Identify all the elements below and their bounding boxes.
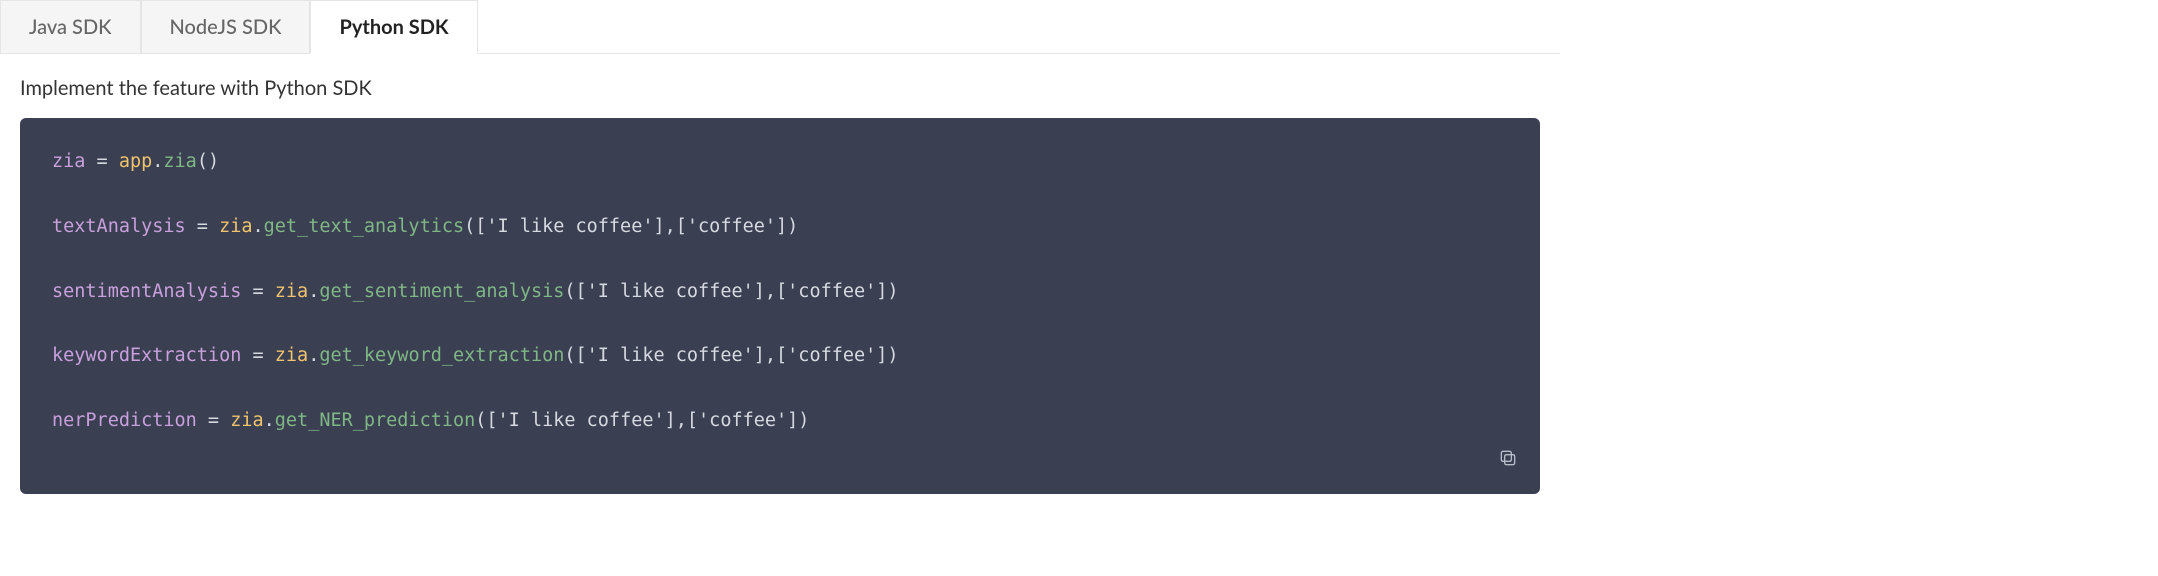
code-content: zia = app.zia() textAnalysis = zia.get_t… [52,146,1508,470]
copy-button[interactable] [1494,450,1522,478]
code-block: zia = app.zia() textAnalysis = zia.get_t… [20,118,1540,494]
code-line: keywordExtraction = zia.get_keyword_extr… [52,340,1508,372]
sdk-tabs: Java SDK NodeJS SDK Python SDK [0,0,1560,54]
code-line: zia = app.zia() [52,146,1508,178]
code-line: sentimentAnalysis = zia.get_sentiment_an… [52,276,1508,308]
code-line: nerPrediction = zia.get_NER_prediction([… [52,405,1508,437]
tab-java-sdk[interactable]: Java SDK [0,0,141,53]
copy-icon [1498,448,1518,480]
tab-description: Implement the feature with Python SDK [0,54,1560,118]
tab-python-sdk[interactable]: Python SDK [310,0,477,54]
tab-nodejs-sdk[interactable]: NodeJS SDK [141,0,311,53]
code-line: textAnalysis = zia.get_text_analytics(['… [52,211,1508,243]
